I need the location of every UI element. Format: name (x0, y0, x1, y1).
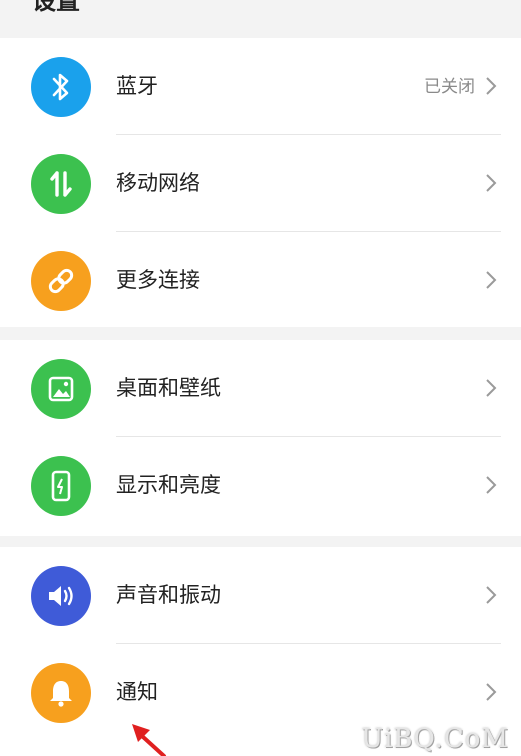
settings-group-display: 桌面和壁纸 显示和亮度 (0, 340, 521, 536)
settings-item-label: 桌面和壁纸 (116, 376, 221, 400)
settings-item-label: 蓝牙 (116, 74, 158, 98)
bluetooth-status-value: 已关闭 (424, 77, 475, 97)
bell-icon (31, 663, 91, 723)
chevron-right-icon (486, 174, 497, 192)
settings-item-display-brightness[interactable]: 显示和亮度 (0, 437, 521, 534)
chevron-right-icon (486, 476, 497, 494)
settings-item-label: 更多连接 (116, 268, 200, 292)
chevron-right-icon (486, 271, 497, 289)
settings-group-connections: 蓝牙 已关闭 移动网络 更多连接 (0, 38, 521, 327)
chevron-right-icon (486, 683, 497, 701)
display-brightness-icon (31, 456, 91, 516)
settings-item-label: 移动网络 (116, 171, 200, 195)
bluetooth-icon (31, 57, 91, 117)
settings-item-label: 声音和振动 (116, 583, 221, 607)
chevron-right-icon (486, 586, 497, 604)
wallpaper-icon (31, 359, 91, 419)
chevron-right-icon (486, 379, 497, 397)
settings-item-label: 通知 (116, 680, 158, 704)
settings-item-bluetooth[interactable]: 蓝牙 已关闭 (0, 38, 521, 135)
settings-item-more-connections[interactable]: 更多连接 (0, 232, 521, 329)
settings-item-wallpaper[interactable]: 桌面和壁纸 (0, 340, 521, 437)
sound-icon (31, 566, 91, 626)
chevron-right-icon (486, 77, 497, 95)
watermark: UiBQ.CoM (361, 724, 509, 754)
mobile-data-icon (31, 154, 91, 214)
settings-item-mobile-network[interactable]: 移动网络 (0, 135, 521, 232)
page-title: 设置 (32, 0, 80, 15)
settings-item-label: 显示和亮度 (116, 473, 221, 497)
settings-item-sound-vibration[interactable]: 声音和振动 (0, 547, 521, 644)
link-icon (31, 251, 91, 311)
annotation-arrow-icon (132, 724, 166, 756)
